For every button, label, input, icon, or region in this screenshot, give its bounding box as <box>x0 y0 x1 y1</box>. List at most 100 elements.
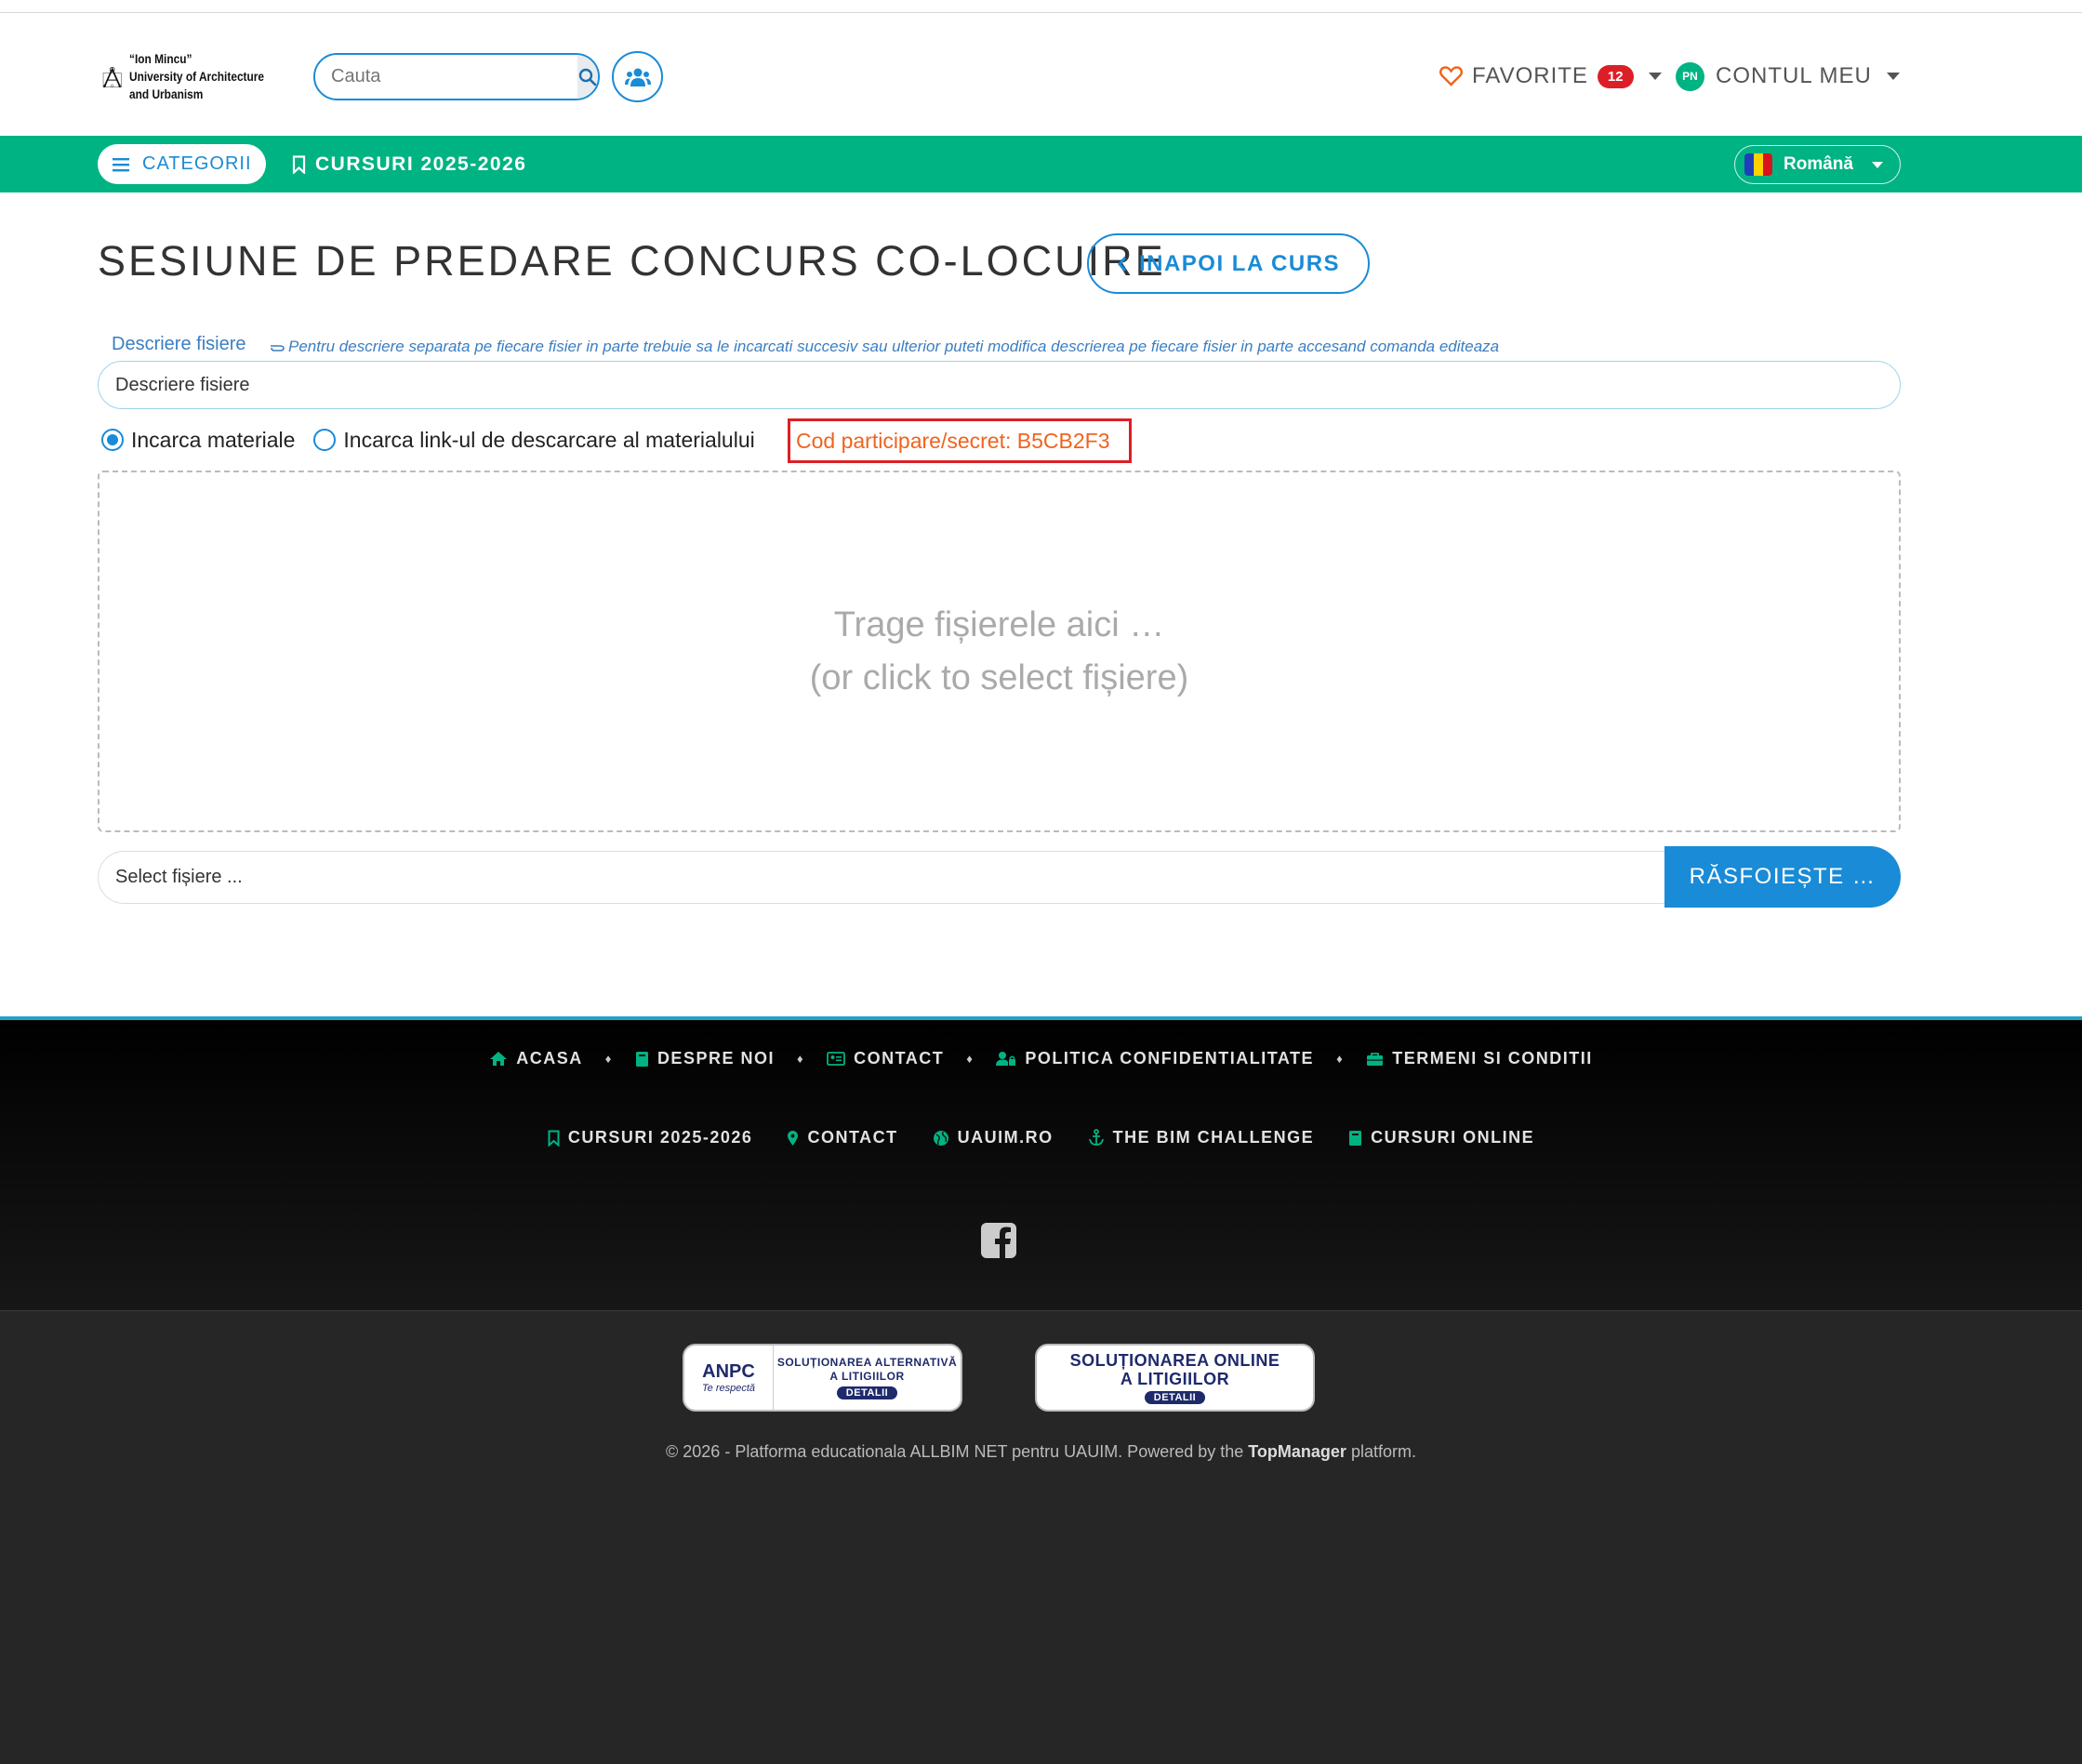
anchor-icon <box>1088 1129 1104 1146</box>
description-field[interactable] <box>98 361 1901 409</box>
search-box <box>313 53 600 100</box>
id-card-icon <box>827 1052 846 1066</box>
footer-link-uauim[interactable]: UAUIM.RO <box>933 1128 1054 1147</box>
secret-code: Cod participare/secret: B5CB2F3 <box>788 418 1132 463</box>
map-pin-icon <box>788 1130 799 1146</box>
logo-text: “Ion Mincu” University of Architecture a… <box>129 50 264 103</box>
favorites-menu[interactable]: FAVORITE 12 <box>1439 58 1662 95</box>
footer-link-courses[interactable]: CURSURI 2025-2026 <box>548 1128 753 1147</box>
logo-line-2: University of Architecture <box>129 69 265 84</box>
footer-nav-primary: ACASA ♦ DESPRE NOI ♦ CONTACT ♦ POLITICA … <box>0 1049 2082 1068</box>
description-hint: Pentru descriere separata pe fiecare fis… <box>270 338 1499 356</box>
briefcase-icon <box>1367 1052 1384 1066</box>
browse-button[interactable]: RĂSFOIEȘTE … <box>1664 846 1901 908</box>
courses-link[interactable]: CURSURI 2025-2026 <box>292 149 526 179</box>
footer-link-terms[interactable]: TERMENI SI CONDITII <box>1366 1049 1593 1068</box>
avatar: PN <box>1676 61 1704 91</box>
user-lock-icon <box>996 1052 1016 1066</box>
copyright-brand-link[interactable]: TopManager <box>1248 1442 1346 1461</box>
separator-diamond: ♦ <box>604 1052 613 1066</box>
page-title: SESIUNE DE PREDARE CONCURS CO-LOCUIRE <box>98 237 1166 285</box>
hand-pointer-icon <box>271 345 285 351</box>
university-logo[interactable]: “Ion Mincu” University of Architecture a… <box>102 42 288 112</box>
categories-label: CATEGORII <box>142 153 252 174</box>
book-icon <box>635 1051 648 1067</box>
footer-link-label: DESPRE NOI <box>656 1049 775 1068</box>
facebook-icon[interactable] <box>981 1223 1016 1258</box>
courses-label: CURSURI 2025-2026 <box>315 153 527 175</box>
footer-link-home[interactable]: ACASA <box>489 1049 583 1068</box>
users-icon <box>624 68 651 86</box>
copyright-prefix: © 2026 - Platforma educationala ALLBIM N… <box>666 1442 1249 1461</box>
radio-upload-link-label[interactable]: Incarca link-ul de descarcare al materia… <box>343 428 754 453</box>
separator-diamond: ♦ <box>1336 1052 1345 1066</box>
separator-diamond: ♦ <box>796 1052 805 1066</box>
footer-nav-secondary: CURSURI 2025-2026 CONTACT UAUIM.RO THE B… <box>0 1128 2082 1147</box>
footer-link-bim-challenge[interactable]: THE BIM CHALLENGE <box>1088 1128 1315 1147</box>
footer-link-label: THE BIM CHALLENGE <box>1112 1128 1315 1147</box>
dropzone-line-2: (or click to select fișiere) <box>809 657 1189 697</box>
bookmark-icon <box>292 154 306 174</box>
footer-link-label: ACASA <box>516 1049 583 1068</box>
description-label: Descriere fisiere <box>112 334 246 354</box>
sal-title: SOLUȚIONAREA ALTERNATIVĂ A LITIGIILOR <box>776 1355 958 1383</box>
logo-emblem-icon <box>102 66 122 87</box>
heart-icon <box>1439 66 1463 86</box>
sal-details-pill: DETALII <box>836 1386 898 1399</box>
chevron-down-icon <box>1648 73 1662 80</box>
book-icon <box>1349 1130 1362 1146</box>
back-button-label: INAPOI LA CURS <box>1138 250 1341 276</box>
language-selector[interactable]: Română <box>1734 145 1901 184</box>
radio-upload-materials[interactable] <box>101 429 124 451</box>
chevron-down-icon <box>1886 73 1900 80</box>
home-icon <box>490 1052 508 1066</box>
footer-link-label: CURSURI ONLINE <box>1371 1128 1535 1147</box>
footer-link-label: CURSURI 2025-2026 <box>567 1128 753 1147</box>
language-label: Română <box>1784 154 1853 174</box>
sol-badge[interactable]: SOLUȚIONAREA ONLINE A LITIGIILOR DETALII <box>1035 1344 1315 1412</box>
sol-text: SOLUȚIONAREA ONLINE A LITIGIILOR DETALII <box>1064 1351 1287 1405</box>
file-select-input[interactable]: Select fișiere ... <box>98 850 1664 904</box>
back-to-course-button[interactable]: INAPOI LA CURS <box>1087 233 1370 294</box>
logo-line-1: “Ion Mincu” <box>129 51 192 66</box>
logo-line-3: and Urbanism <box>129 86 204 101</box>
chevron-left-icon <box>1117 256 1127 272</box>
footer-link-online-courses[interactable]: CURSURI ONLINE <box>1348 1128 1534 1147</box>
search-button[interactable] <box>577 55 598 99</box>
sol-title: SOLUȚIONAREA ONLINE A LITIGIILOR <box>1069 1350 1280 1388</box>
footer-link-label: POLITICA CONFIDENTIALITATE <box>1025 1049 1315 1068</box>
footer-link-label: TERMENI SI CONDITII <box>1392 1049 1593 1068</box>
separator-diamond: ♦ <box>966 1052 975 1066</box>
categories-button[interactable]: CATEGORII <box>98 144 266 184</box>
footer-link-about[interactable]: DESPRE NOI <box>635 1049 775 1068</box>
dropzone-line-1: Trage fișierele aici … <box>833 604 1165 644</box>
radio-upload-materials-label[interactable]: Incarca materiale <box>131 428 295 453</box>
footer-link-privacy[interactable]: POLITICA CONFIDENTIALITATE <box>996 1049 1314 1068</box>
menu-icon <box>113 157 129 171</box>
anpc-logo: ANPC Te respectă <box>684 1346 774 1410</box>
radio-upload-link[interactable] <box>313 429 337 451</box>
favorites-label: FAVORITE <box>1472 63 1588 88</box>
account-menu[interactable]: PN CONTUL MEU <box>1676 58 1900 95</box>
facebook-square-icon <box>981 1223 1016 1258</box>
footer-link-contact[interactable]: CONTACT <box>827 1049 944 1068</box>
sal-badge[interactable]: ANPC Te respectă SOLUȚIONAREA ALTERNATIV… <box>683 1344 962 1412</box>
romania-flag-icon <box>1744 153 1772 176</box>
sol-details-pill: DETALII <box>1144 1390 1206 1404</box>
file-select-row: Select fișiere ... RĂSFOIEȘTE … <box>98 846 1901 908</box>
copyright: © 2026 - Platforma educationala ALLBIM N… <box>0 1442 2082 1462</box>
footer-link-label: CONTACT <box>807 1128 898 1147</box>
chevron-down-icon <box>1871 161 1883 168</box>
file-dropzone[interactable]: Trage fișierele aici … (or click to sele… <box>98 471 1901 832</box>
footer-link-label: CONTACT <box>854 1049 945 1068</box>
account-label: CONTUL MEU <box>1716 63 1872 88</box>
anpc-brand: ANPC <box>702 1361 755 1382</box>
search-input[interactable] <box>315 55 577 99</box>
bookmark-icon <box>548 1130 560 1147</box>
anpc-tagline: Te respectă <box>701 1383 756 1394</box>
footer-link-label: UAUIM.RO <box>957 1128 1054 1147</box>
globe-icon <box>933 1130 948 1146</box>
users-button[interactable] <box>612 51 663 102</box>
search-icon <box>578 68 597 86</box>
footer-link-contact-2[interactable]: CONTACT <box>787 1128 897 1147</box>
